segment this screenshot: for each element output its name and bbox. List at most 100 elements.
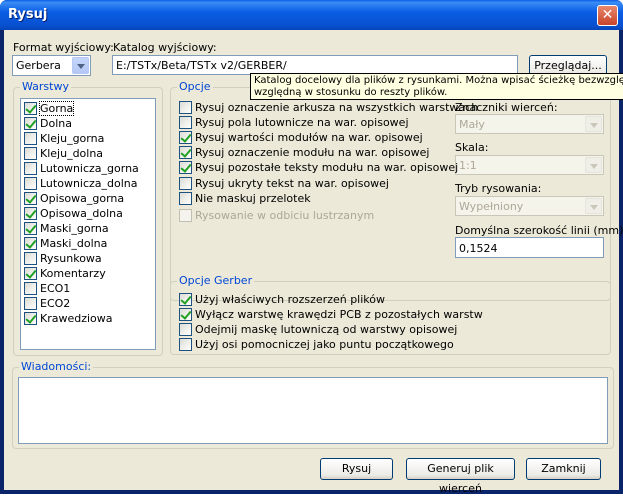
close-button[interactable]: Zamknij <box>526 458 601 480</box>
window-title: Rysuj <box>8 7 48 22</box>
option-checkbox-6[interactable]: Nie maskuj przelotek <box>179 191 311 205</box>
checkbox-checked[interactable] <box>179 130 192 144</box>
checkbox-unchecked[interactable] <box>24 132 37 145</box>
checkbox-label: Gorna <box>38 101 75 116</box>
layer-item-rysunkowa[interactable]: Rysunkowa <box>24 251 102 266</box>
catalog-input[interactable]: E:/TSTx/Beta/TSTx v2/GERBER/ <box>112 55 518 75</box>
scale-select[interactable]: 1:1 <box>455 155 604 175</box>
layer-item-kleju_dolna[interactable]: Kleju_dolna <box>24 146 103 161</box>
chevron-down-icon[interactable] <box>585 116 602 132</box>
scale-label: Skala: <box>455 141 489 154</box>
option-checkbox-2[interactable]: Rysuj wartości modułów na war. opisowej <box>179 130 423 144</box>
checkbox-unchecked[interactable] <box>179 322 192 336</box>
checkbox-label: Odejmij maskę lutowniczą od warstwy opis… <box>195 322 458 336</box>
checkbox-checked[interactable] <box>179 161 192 175</box>
chevron-down-icon[interactable] <box>585 157 602 173</box>
checkbox-checked[interactable] <box>24 222 37 235</box>
chevron-down-icon[interactable] <box>72 57 89 74</box>
checkbox-checked[interactable] <box>24 237 37 250</box>
catalog-tooltip: Katalog docelowy dla plików z rysunkami.… <box>250 73 623 100</box>
gerber-checkbox-1[interactable]: Wyłącz warstwę krawędzi PCB z pozostałyc… <box>179 307 483 321</box>
checkbox-unchecked[interactable] <box>24 297 37 310</box>
checkbox-label: Rysuj oznaczenie arkusza na wszystkich w… <box>195 100 479 114</box>
checkbox-unchecked[interactable] <box>179 176 192 190</box>
option-checkbox-3[interactable]: Rysuj oznaczenie modułu na war. opisowej <box>179 146 429 160</box>
options-group-title: Opcje <box>177 80 213 93</box>
format-select[interactable]: Gerbera <box>12 55 91 76</box>
checkbox-unchecked <box>179 208 192 222</box>
layer-item-gorna[interactable]: Gorna <box>24 101 75 116</box>
checkbox-checked[interactable] <box>24 312 37 325</box>
tooltip-line-1: Katalog docelowy dla plików z rysunkami.… <box>254 75 623 86</box>
options-group: Opcje Znaczniki wierceń: Mały Skala: 1:1… <box>170 80 623 301</box>
layer-item-krawedziowa[interactable]: Krawedziowa <box>24 311 113 326</box>
checkbox-unchecked[interactable] <box>24 162 37 175</box>
layer-item-eco2[interactable]: ECO2 <box>24 296 70 311</box>
checkbox-checked[interactable] <box>24 117 37 130</box>
checkbox-label: Kleju_gorna <box>40 132 105 145</box>
checkbox-unchecked[interactable] <box>179 191 192 205</box>
checkbox-label: ECO1 <box>40 282 71 295</box>
checkbox-unchecked[interactable] <box>179 115 192 129</box>
drill-marks-value: Mały <box>459 118 485 131</box>
option-checkbox-4[interactable]: Rysuj pozostałe teksty modułu na war. op… <box>179 161 458 175</box>
layers-list[interactable]: Gorna Dolna Kleju_gorna Kleju_dolna Lutownic… <box>20 98 156 350</box>
layer-item-opisowa_gorna[interactable]: Opisowa_gorna <box>24 191 124 206</box>
mode-label: Tryb rysowania: <box>455 182 542 195</box>
checkbox-unchecked[interactable] <box>24 177 37 190</box>
checkbox-checked[interactable] <box>179 146 192 160</box>
checkbox-unchecked[interactable] <box>179 338 192 352</box>
layer-item-maski_dolna[interactable]: Maski_dolna <box>24 236 107 251</box>
layer-item-lutownicza_dolna[interactable]: Lutownicza_dolna <box>24 176 138 191</box>
catalog-label: Katalog wyjściowy: <box>113 41 217 54</box>
plot-button[interactable]: Rysuj <box>320 458 393 480</box>
option-checkbox-5[interactable]: Rysuj ukryty tekst na war. opisowej <box>179 176 389 190</box>
layer-item-kleju_gorna[interactable]: Kleju_gorna <box>24 131 104 146</box>
checkbox-unchecked[interactable] <box>24 282 37 295</box>
checkbox-label: Komentarzy <box>40 267 106 280</box>
checkbox-label: Opisowa_gorna <box>40 192 125 205</box>
generate-drill-file-button[interactable]: Generuj plik wierceń <box>406 458 515 495</box>
mode-select[interactable]: Wypełniony <box>455 196 604 216</box>
format-label: Format wyjściowy: <box>13 41 114 54</box>
checkbox-label: Lutownicza_gorna <box>40 162 139 175</box>
option-checkbox-1[interactable]: Rysuj pola lutownicze na war. opisowej <box>179 115 409 129</box>
checkbox-unchecked[interactable] <box>24 147 37 160</box>
checkbox-checked[interactable] <box>24 102 37 115</box>
gerber-checkbox-3[interactable]: Użyj osi pomocniczej jako puntu początko… <box>179 338 454 352</box>
option-checkbox-0[interactable]: Rysuj oznaczenie arkusza na wszystkich w… <box>179 100 478 114</box>
gerber-checkbox-0[interactable]: Użyj właściwych rozszerzeń plików <box>179 292 385 306</box>
chevron-down-icon[interactable] <box>585 198 602 214</box>
layer-item-eco1[interactable]: ECO1 <box>24 281 70 296</box>
checkbox-checked[interactable] <box>179 307 192 321</box>
checkbox-checked[interactable] <box>24 267 37 280</box>
drill-marks-select[interactable]: Mały <box>455 114 604 134</box>
layers-group: Warstwy Gorna Dolna Kleju_gorna Kleju_dolna… <box>13 80 163 356</box>
layer-item-lutownicza_gorna[interactable]: Lutownicza_gorna <box>24 161 139 176</box>
messages-group: Wiadomości: <box>12 360 614 449</box>
option-checkbox-7: Rysowanie w odbiciu lustrzanym <box>179 208 374 222</box>
messages-group-title: Wiadomości: <box>19 360 94 373</box>
layers-group-title: Warstwy <box>20 80 71 93</box>
checkbox-label: Rysuj wartości modułów na war. opisowej <box>195 130 423 144</box>
checkbox-unchecked[interactable] <box>179 100 192 114</box>
close-icon[interactable]: ✕ <box>597 5 618 26</box>
checkbox-label: Dolna <box>40 117 72 130</box>
checkbox-label: Rysuj ukryty tekst na war. opisowej <box>195 176 389 190</box>
layer-item-maski_gorna[interactable]: Maski_gorna <box>24 221 109 236</box>
checkbox-checked[interactable] <box>179 292 192 306</box>
layer-item-opisowa_dolna[interactable]: Opisowa_dolna <box>24 206 123 221</box>
dialog-window: Rysuj ✕ Format wyjściowy: Gerbera Katalo… <box>0 0 623 495</box>
checkbox-unchecked[interactable] <box>24 252 37 265</box>
layer-item-komentarzy[interactable]: Komentarzy <box>24 266 106 281</box>
checkbox-checked[interactable] <box>24 207 37 220</box>
checkbox-label: Wyłącz warstwę krawędzi PCB z pozostałyc… <box>195 307 483 321</box>
messages-textarea[interactable] <box>18 377 608 444</box>
gerber-checkbox-2[interactable]: Odejmij maskę lutowniczą od warstwy opis… <box>179 322 457 336</box>
layer-item-dolna[interactable]: Dolna <box>24 116 72 131</box>
checkbox-label: ECO2 <box>40 297 71 310</box>
line-width-input[interactable]: 0,1524 <box>455 237 604 258</box>
title-bar[interactable]: Rysuj ✕ <box>0 0 623 30</box>
checkbox-label: Rysowanie w odbiciu lustrzanym <box>195 208 375 222</box>
checkbox-checked[interactable] <box>24 192 37 205</box>
